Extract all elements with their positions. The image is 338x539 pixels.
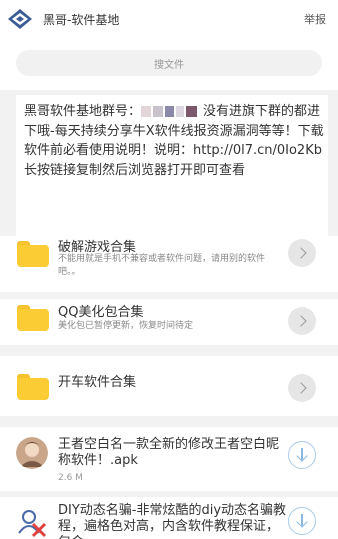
site-title: 黑哥-软件基地 <box>43 13 120 27</box>
notice-panel: 黑哥软件基地群号： 没有进旗下群的都进下哦-每天持续分享牛X软件线报资源漏洞等等！… <box>16 95 328 237</box>
file-item-apk[interactable]: 王者空白名一款全新的修改王者空白昵称软件！.apk 2.6 M <box>0 427 338 491</box>
file-title: 王者空白名一款全新的修改王者空白昵称软件！.apk <box>58 437 280 468</box>
chevron-right-icon[interactable] <box>288 239 316 267</box>
redacted-group-number <box>141 106 203 117</box>
folder-title: QQ美化包合集 <box>58 305 144 320</box>
search-placeholder: 搜文件 <box>154 60 184 71</box>
top-bar: 黑哥-软件基地 举报 <box>0 0 338 36</box>
report-button[interactable]: 举报 <box>304 11 326 27</box>
file-item-diy[interactable]: DIY动态名骗-非常炫酷的diy动态名骗教程，遍格色对高，内含软件教程保证，包会… <box>0 497 338 539</box>
file-size: 2.6 M <box>58 473 83 483</box>
folder-icon <box>17 305 49 331</box>
search-section: 搜文件 <box>0 36 338 90</box>
folder-item-qq-beautify[interactable]: QQ美化包合集 美化包已暂停更新，恢复时间待定 <box>0 299 338 345</box>
folder-description: 美化包已暂停更新，恢复时间待定 <box>58 321 194 331</box>
file-title: DIY动态名骗-非常炫酷的diy动态名骗教程，遍格色对高，内含软件教程保证，包会… <box>58 503 287 539</box>
diamond-logo-icon[interactable] <box>7 8 33 30</box>
folder-item-cracked-games[interactable]: 破解游戏合集 不能用就是手机不兼容或者软件问题，请用别的软件吧。。 <box>0 239 338 292</box>
folder-item-driving-software[interactable]: 开车软件合集 <box>0 356 338 416</box>
chevron-right-icon[interactable] <box>288 374 316 402</box>
diy-x-icon <box>16 507 48 539</box>
folder-icon <box>17 241 49 267</box>
chevron-right-icon[interactable] <box>288 307 316 335</box>
avatar-icon <box>16 437 48 469</box>
download-icon[interactable] <box>288 441 316 469</box>
notice-text-start: 黑哥软件基地群号： <box>24 104 142 119</box>
download-icon[interactable] <box>288 507 316 535</box>
folder-description: 不能用就是手机不兼容或者软件问题，请用别的软件吧。。 <box>58 254 266 277</box>
folder-title: 开车软件合集 <box>58 375 137 390</box>
folder-icon <box>17 374 49 400</box>
search-input[interactable]: 搜文件 <box>16 50 322 76</box>
notice-text: 黑哥软件基地群号： 没有进旗下群的都进下哦-每天持续分享牛X软件线报资源漏洞等等！… <box>24 102 324 180</box>
